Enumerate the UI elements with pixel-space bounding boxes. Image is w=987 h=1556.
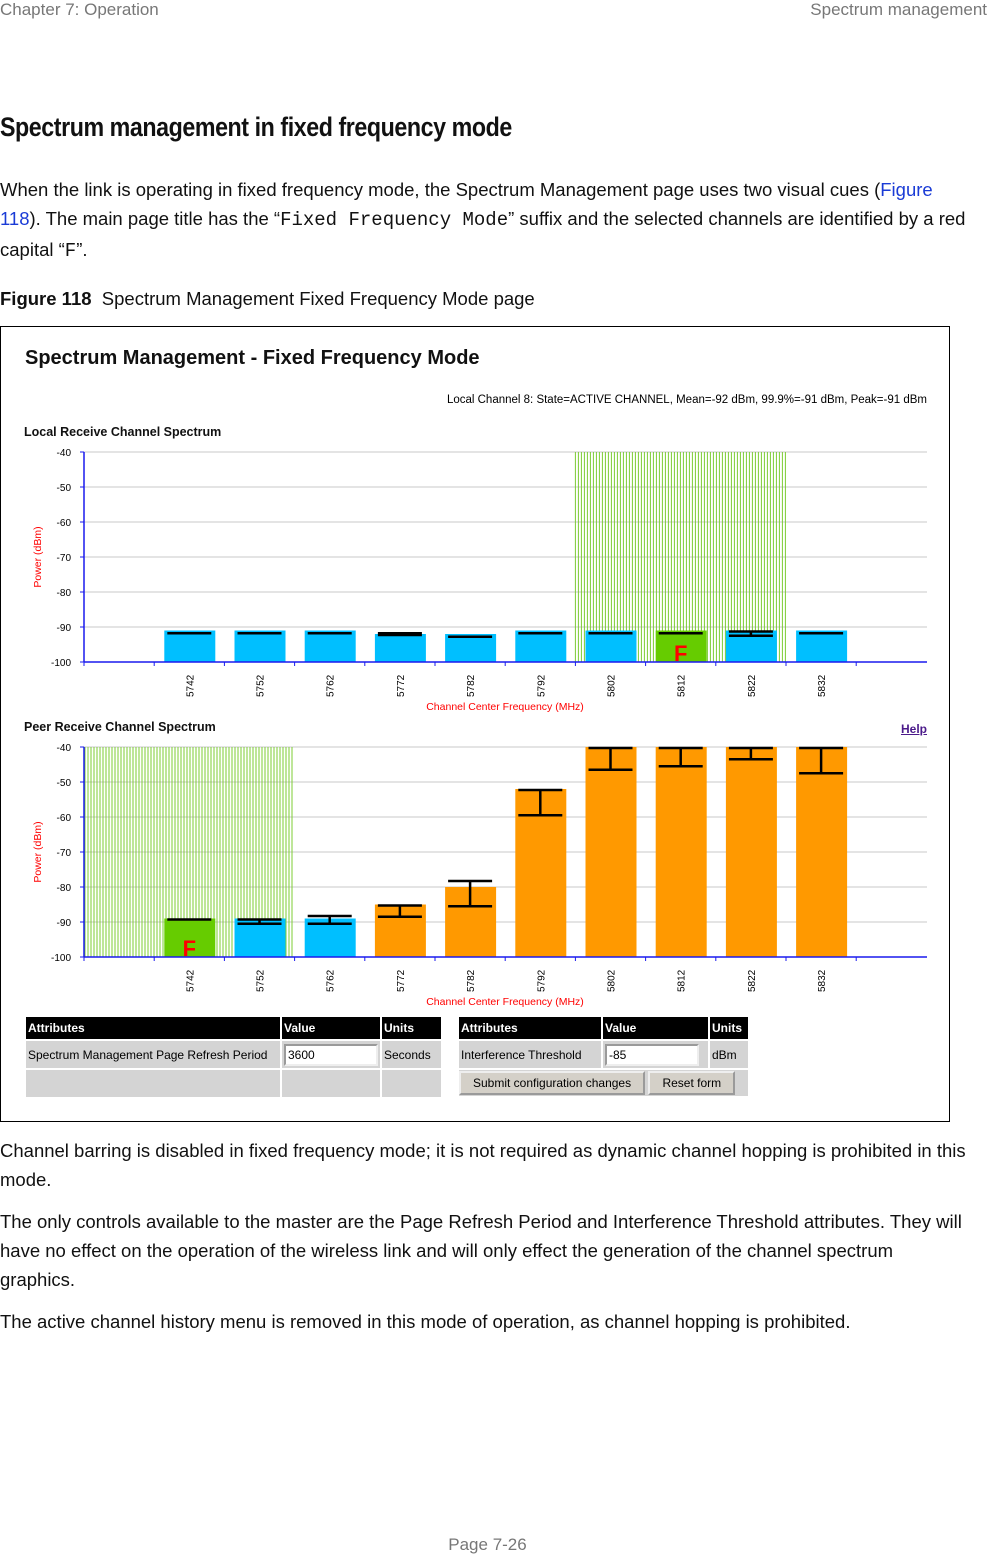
value-cell xyxy=(603,1041,708,1068)
bar-5802 xyxy=(585,630,637,662)
intro-text-2: ). The main page title has the “ xyxy=(29,208,281,229)
x-tick-label: 5792 xyxy=(536,969,547,992)
x-axis-label: Channel Center Frequency (MHz) xyxy=(426,996,584,1008)
table-row: Spectrum Management Page Refresh Period … xyxy=(26,1041,441,1068)
intro-text-1: When the link is operating in fixed freq… xyxy=(0,179,881,200)
left-attributes-table: Attributes Value Units Spectrum Manageme… xyxy=(24,1015,443,1099)
y-tick-label: -60 xyxy=(57,518,72,529)
bar-5762 xyxy=(304,630,356,662)
intro-text-4: ”. xyxy=(76,239,88,260)
y-tick-label: -100 xyxy=(51,953,71,964)
x-tick-label: 5782 xyxy=(466,969,477,992)
paragraph-channel-barring: Channel barring is disabled in fixed fre… xyxy=(0,1140,966,1190)
x-tick-label: 5772 xyxy=(396,969,407,992)
peer-spectrum-title: Peer Receive Channel Spectrum xyxy=(24,720,216,734)
chapter-header: Chapter 7: Operation xyxy=(0,0,159,19)
x-tick-label: 5812 xyxy=(677,969,688,992)
interference-threshold-input[interactable] xyxy=(605,1043,699,1066)
x-tick-label: 5822 xyxy=(747,674,758,697)
button-row: Submit configuration changes Reset form xyxy=(459,1070,748,1096)
attribute-name: Spectrum Management Page Refresh Period xyxy=(26,1041,280,1068)
spectrum-page-title: Spectrum Management - Fixed Frequency Mo… xyxy=(25,347,480,369)
screenshot-figure: Spectrum Management - Fixed Frequency Mo… xyxy=(0,326,950,1122)
bar-5792 xyxy=(515,630,567,662)
help-link[interactable]: Help xyxy=(901,722,927,736)
bar-5742 xyxy=(164,630,216,662)
col-header-value: Value xyxy=(603,1017,708,1039)
bar-5812 xyxy=(655,747,707,957)
local-spectrum-chart: -40 -50 -60 -70 -80 -90 -100 5742 5752 5762 5772 57… xyxy=(32,448,927,713)
x-tick-label: 5782 xyxy=(466,674,477,697)
figure-caption: Figure 118 Spectrum Management Fixed Fre… xyxy=(0,288,535,310)
table-row xyxy=(26,1070,441,1097)
page-number: Page 7-26 xyxy=(448,1535,527,1554)
y-tick-label: -70 xyxy=(57,553,72,564)
x-tick-label: 5742 xyxy=(185,674,196,697)
submit-configuration-button[interactable]: Submit configuration changes xyxy=(459,1071,646,1095)
paragraph-history-menu: The active channel history menu is remov… xyxy=(0,1311,851,1332)
col-header-value: Value xyxy=(282,1017,380,1039)
col-header-units: Units xyxy=(710,1017,748,1039)
bar-5802 xyxy=(585,747,637,957)
page-heading: Spectrum management in fixed frequency m… xyxy=(0,112,512,142)
x-tick-label: 5742 xyxy=(185,969,196,992)
bar-5772 xyxy=(374,634,426,662)
local-spectrum-title: Local Receive Channel Spectrum xyxy=(24,425,222,439)
x-axis-label: Channel Center Frequency (MHz) xyxy=(426,701,584,713)
bar-5822 xyxy=(725,747,777,957)
x-tick-label: 5752 xyxy=(256,969,267,992)
y-tick-label: -50 xyxy=(57,483,72,494)
section-header: Spectrum management xyxy=(810,0,987,19)
paragraph-controls: The only controls available to the maste… xyxy=(0,1211,962,1290)
caption-text: Spectrum Management Fixed Frequency Mode… xyxy=(101,288,535,309)
x-tick-label: 5762 xyxy=(326,969,337,992)
attribute-name xyxy=(26,1070,280,1097)
y-axis-label: Power (dBm) xyxy=(32,821,44,882)
mode-code: Fixed Frequency Mode xyxy=(280,209,509,231)
x-tick-label: 5762 xyxy=(326,674,337,697)
x-tick-label: 5752 xyxy=(256,674,267,697)
y-tick-label: -90 xyxy=(57,918,72,929)
peer-spectrum-chart: -40 -50 -60 -70 -80 -90 -100 5742 5752 5762 5772 57… xyxy=(32,743,927,1008)
y-tick-label: -80 xyxy=(57,883,72,894)
y-tick-label: -80 xyxy=(57,588,72,599)
bar-5752 xyxy=(234,630,286,662)
units-cell: Seconds xyxy=(382,1041,441,1068)
bar-5832 xyxy=(796,630,848,662)
bar-5782 xyxy=(445,634,497,662)
units-cell xyxy=(382,1070,441,1097)
y-tick-label: -90 xyxy=(57,623,72,634)
x-tick-label: 5802 xyxy=(607,674,618,697)
col-header-units: Units xyxy=(382,1017,441,1039)
units-cell: dBm xyxy=(710,1041,748,1068)
reset-form-button[interactable]: Reset form xyxy=(648,1071,736,1095)
local-channel-status: Local Channel 8: State=ACTIVE CHANNEL, M… xyxy=(446,394,927,406)
x-tick-label: 5772 xyxy=(396,674,407,697)
y-tick-label: -40 xyxy=(57,743,72,754)
y-tick-label: -60 xyxy=(57,813,72,824)
x-tick-label: 5792 xyxy=(536,674,547,697)
value-cell xyxy=(282,1041,380,1068)
right-attributes-table: Attributes Value Units Interference Thre… xyxy=(457,1015,750,1098)
x-tick-label: 5832 xyxy=(817,969,828,992)
intro-paragraph: When the link is operating in fixed freq… xyxy=(0,175,970,266)
bar-5832 xyxy=(796,747,848,957)
y-tick-label: -50 xyxy=(57,778,72,789)
col-header-attributes: Attributes xyxy=(459,1017,601,1039)
attribute-name: Interference Threshold xyxy=(459,1041,601,1068)
caption-label: Figure 118 xyxy=(0,288,92,309)
f-code: F xyxy=(64,240,77,262)
y-tick-label: -100 xyxy=(51,658,71,669)
col-header-attributes: Attributes xyxy=(26,1017,280,1039)
x-tick-label: 5832 xyxy=(817,674,828,697)
x-tick-label: 5822 xyxy=(747,969,758,992)
y-axis-label: Power (dBm) xyxy=(32,526,44,587)
refresh-period-input[interactable] xyxy=(284,1043,378,1066)
value-cell xyxy=(282,1070,380,1097)
x-tick-label: 5812 xyxy=(677,674,688,697)
y-tick-label: -40 xyxy=(57,448,72,459)
y-tick-label: -70 xyxy=(57,848,72,859)
x-tick-label: 5802 xyxy=(607,969,618,992)
table-row: Interference Threshold dBm xyxy=(459,1041,748,1068)
